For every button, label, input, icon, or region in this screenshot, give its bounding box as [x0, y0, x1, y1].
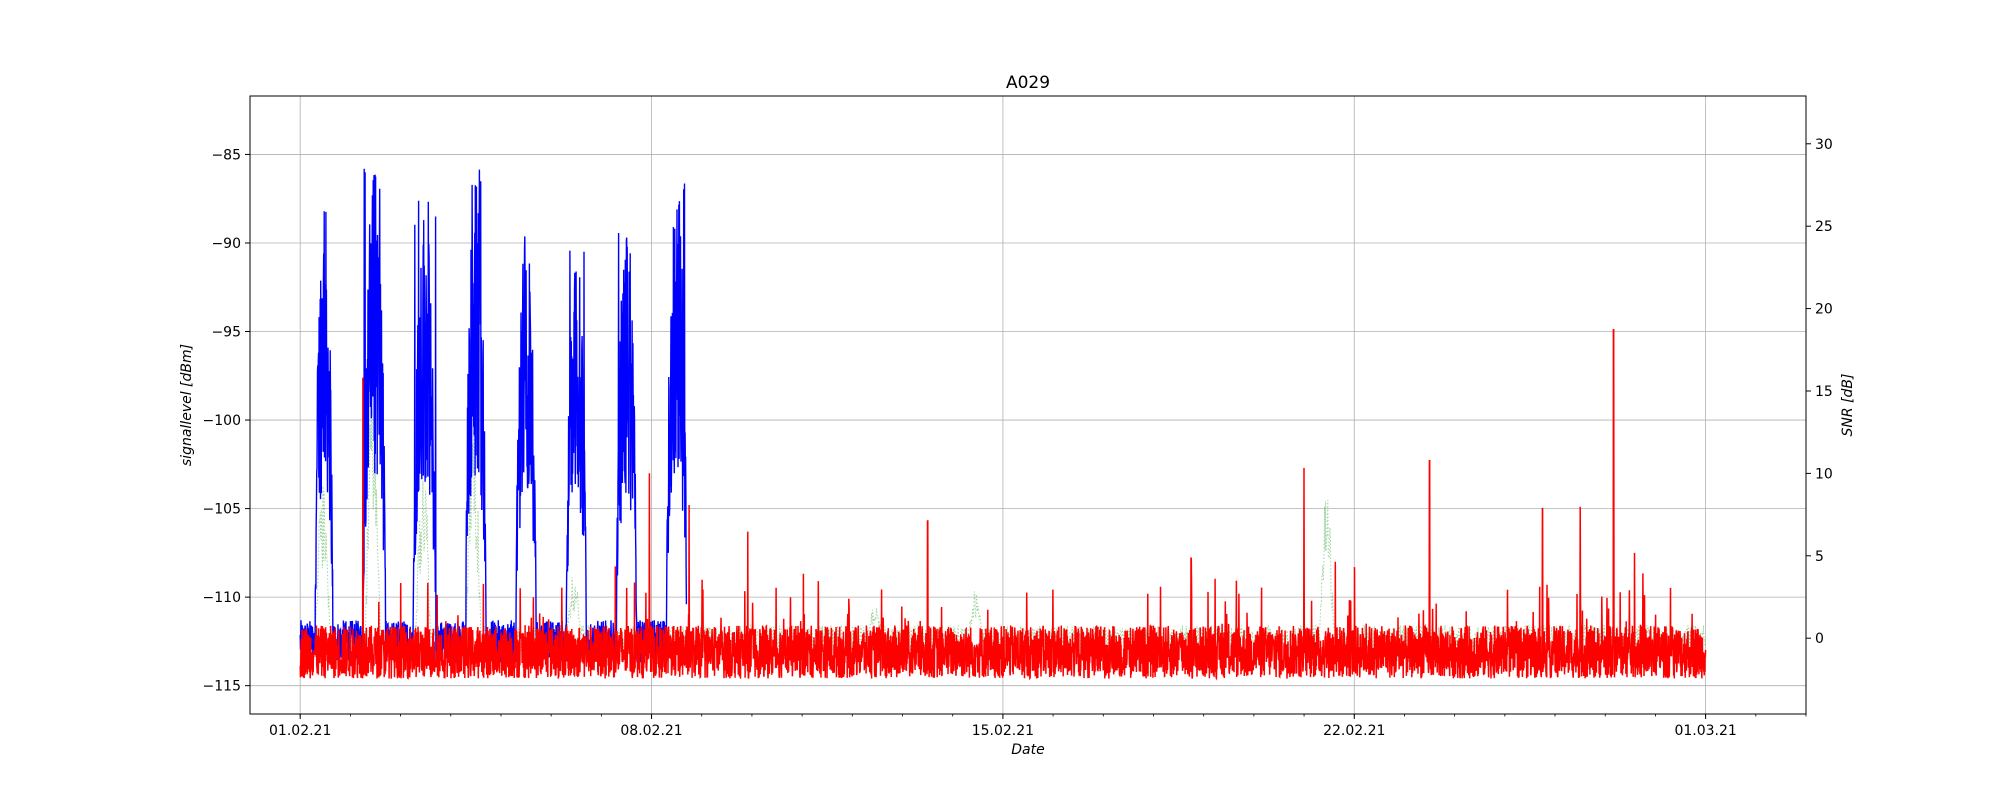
x-tick-label: 22.02.21 [1323, 723, 1385, 739]
y2-axis-label: SNR [dB] [1840, 374, 1856, 437]
y2-tick-label: 30 [1815, 137, 1833, 153]
y-tick-label: −95 [211, 325, 241, 341]
x-tick-label: 01.02.21 [269, 723, 331, 739]
y-tick-label: −105 [203, 502, 241, 518]
y2-tick-label: 0 [1815, 631, 1824, 647]
y2-tick-label: 20 [1815, 302, 1833, 318]
chart: 01.02.21 08.02.21 15.02.21 22.02.21 01.03.21… [0, 0, 2000, 800]
y2-tick-label: 25 [1815, 219, 1833, 235]
y-tick-label: −110 [203, 590, 241, 606]
y2-tick-label: 10 [1815, 466, 1833, 482]
y-tick-label: −100 [203, 413, 241, 429]
x-tick-label: 01.03.21 [1674, 723, 1736, 739]
y2-tick-label: 5 [1815, 549, 1824, 565]
x-axis-label: Date [1011, 742, 1044, 758]
y-axis-label: signallevel [dBm] [179, 344, 195, 466]
y2-tick-label: 15 [1815, 384, 1833, 400]
chart-title: A029 [1006, 73, 1050, 93]
y-tick-label: −85 [211, 147, 241, 163]
y-tick-label: −90 [211, 236, 241, 252]
y-tick-label: −115 [203, 679, 241, 695]
x-tick-label: 15.02.21 [972, 723, 1034, 739]
x-tick-label: 08.02.21 [620, 723, 682, 739]
